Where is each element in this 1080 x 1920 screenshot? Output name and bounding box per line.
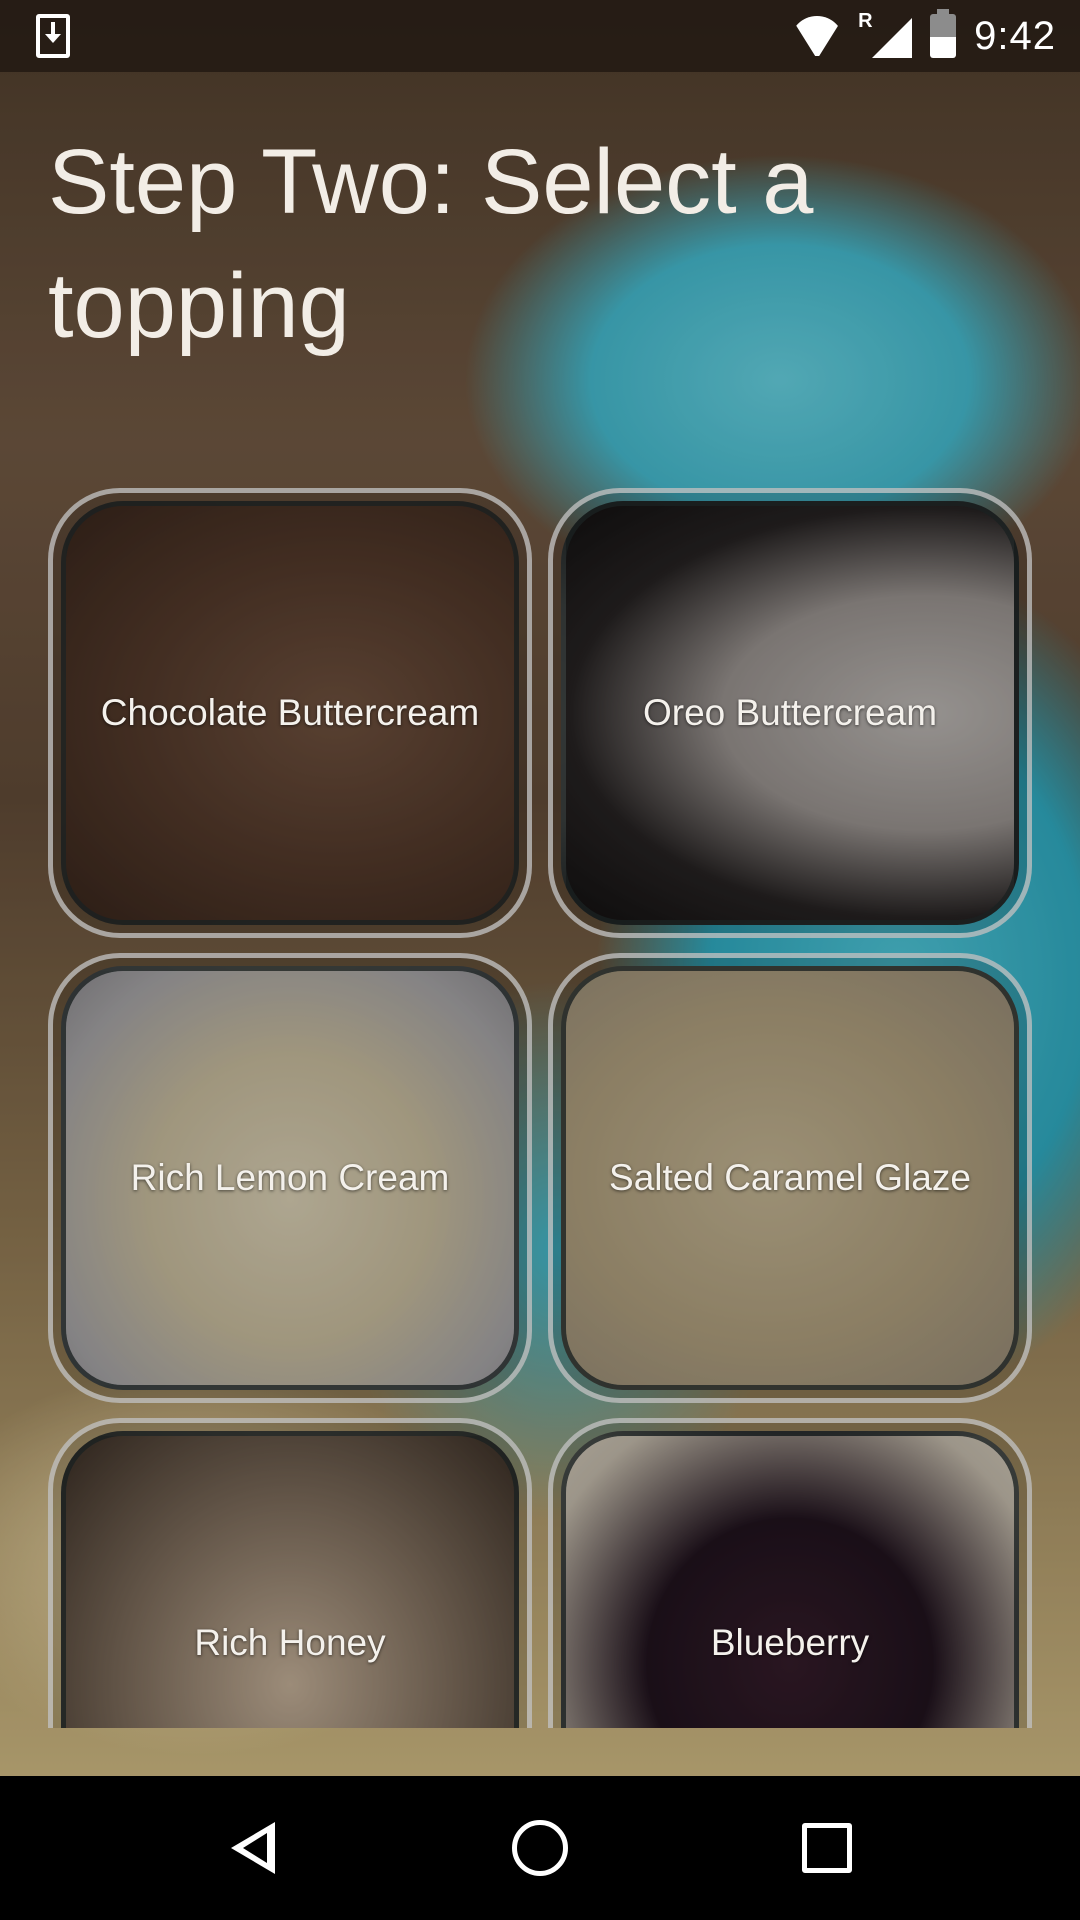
topping-card-chocolate-buttercream[interactable]: Chocolate Buttercream bbox=[48, 488, 532, 938]
navigation-bar bbox=[0, 1776, 1080, 1920]
topping-card-oreo-buttercream[interactable]: Oreo Buttercream bbox=[548, 488, 1032, 938]
battery-icon bbox=[930, 9, 957, 58]
topping-image: Salted Caramel Glaze bbox=[561, 966, 1019, 1390]
back-button[interactable] bbox=[208, 1803, 298, 1893]
topping-image: Rich Honey bbox=[61, 1431, 519, 1728]
topping-image: Oreo Buttercream bbox=[561, 501, 1019, 925]
topping-card-blueberry[interactable]: Blueberry bbox=[548, 1418, 1032, 1728]
back-icon bbox=[231, 1822, 276, 1874]
topping-label: Blueberry bbox=[710, 1622, 870, 1663]
status-bar: R 9:42 bbox=[0, 0, 1080, 72]
topping-card-salted-caramel-glaze[interactable]: Salted Caramel Glaze bbox=[548, 953, 1032, 1403]
topping-card-rich-lemon-cream[interactable]: Rich Lemon Cream bbox=[48, 953, 532, 1403]
wifi-icon bbox=[790, 16, 844, 56]
topping-image: Rich Lemon Cream bbox=[61, 966, 519, 1390]
topping-label: Rich Lemon Cream bbox=[130, 1157, 450, 1198]
topping-grid[interactable]: Chocolate Buttercream Oreo Buttercream R… bbox=[48, 488, 1032, 1728]
home-icon bbox=[511, 1820, 568, 1876]
page-title: Step Two: Select a topping bbox=[48, 131, 814, 357]
recents-icon bbox=[801, 1823, 852, 1873]
home-button[interactable] bbox=[495, 1803, 585, 1893]
roaming-badge: R bbox=[858, 10, 873, 32]
topping-image: Chocolate Buttercream bbox=[61, 501, 519, 925]
topping-card-rich-honey[interactable]: Rich Honey bbox=[48, 1418, 532, 1728]
signal-indicator: R bbox=[858, 10, 913, 58]
topping-label: Rich Honey bbox=[194, 1622, 386, 1663]
download-icon bbox=[36, 14, 70, 58]
signal-icon bbox=[872, 18, 913, 58]
topping-label: Salted Caramel Glaze bbox=[609, 1157, 971, 1198]
topping-label: Chocolate Buttercream bbox=[100, 692, 480, 733]
recents-button[interactable] bbox=[782, 1803, 872, 1893]
clock: 9:42 bbox=[974, 13, 1056, 58]
topping-image: Blueberry bbox=[561, 1431, 1019, 1728]
topping-label: Oreo Buttercream bbox=[642, 692, 938, 733]
